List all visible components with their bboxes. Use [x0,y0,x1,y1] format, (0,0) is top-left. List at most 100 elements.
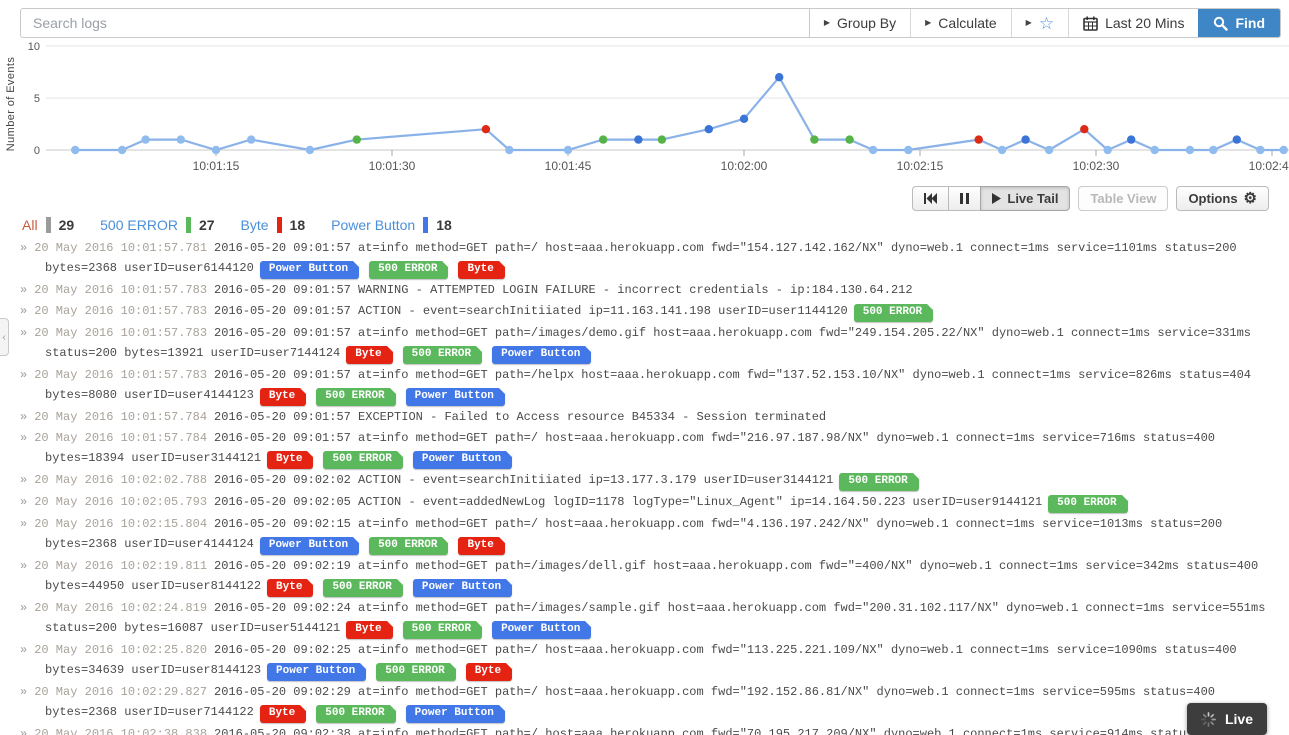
chart-point[interactable] [997,145,1007,155]
log-tag-power-button[interactable]: Power Button [412,579,513,597]
log-tag-500-error[interactable]: 500 ERROR [316,388,397,406]
chart-point[interactable] [1209,145,1218,155]
expand-entry-icon[interactable]: » [20,410,27,424]
filter-label[interactable]: Power Button [331,217,415,233]
chart-point[interactable] [1256,145,1265,155]
expand-entry-icon[interactable]: » [20,495,27,509]
chart-point[interactable] [810,135,819,144]
log-tag-500-error[interactable]: 500 ERROR [369,537,449,555]
expand-entry-icon[interactable]: » [20,283,27,297]
star-icon[interactable]: ☆ [1039,15,1054,32]
log-tag-500-error[interactable]: 500 ERROR [323,451,404,469]
expand-entry-icon[interactable]: » [20,431,27,445]
chart-point[interactable] [563,145,573,155]
log-tag-byte[interactable]: Byte [346,346,394,364]
log-message: 2016-05-20 09:02:19 at=info method=GET p… [45,559,1259,593]
events-timeline-plot[interactable]: 0 5 10 10:01:15 10:01:30 10:01:45 10:02:00 10:0… [0,42,1289,178]
log-tag-byte[interactable]: Byte [259,705,307,723]
chart-point[interactable] [1185,145,1195,155]
chart-point[interactable] [845,135,854,144]
chart-point[interactable] [1021,135,1030,144]
events-chart[interactable]: Number of Events 0 5 10 10:01:15 10:01:30 10:… [0,42,1289,178]
log-tag-500-error[interactable]: 500 ERROR [316,705,397,723]
log-tag-power-button[interactable]: Power Button [412,451,513,469]
skip-to-start-button[interactable] [912,186,949,211]
chart-point[interactable] [657,135,667,144]
chart-point[interactable] [505,145,514,155]
log-tag-500-error[interactable]: 500 ERROR [1048,495,1129,513]
log-tag-500-error[interactable]: 500 ERROR [376,663,457,681]
find-button[interactable]: Find [1198,9,1280,37]
chart-point[interactable] [176,135,185,144]
chart-point[interactable] [117,145,127,155]
chart-point[interactable] [775,73,784,82]
log-tag-byte[interactable]: Byte [458,261,506,279]
expand-entry-icon[interactable]: » [20,559,27,573]
expand-entry-icon[interactable]: » [20,368,27,382]
chart-point[interactable] [481,125,491,134]
pause-button[interactable] [948,186,981,211]
log-tag-power-button[interactable]: Power Button [492,346,592,364]
chart-point[interactable] [739,114,749,124]
chart-point[interactable] [352,135,361,144]
chart-point[interactable] [599,135,608,144]
chart-point[interactable] [974,135,983,144]
log-tag-byte[interactable]: Byte [259,388,307,406]
chart-point[interactable] [1150,145,1159,155]
expand-entry-icon[interactable]: » [20,241,27,255]
log-tag-500-error[interactable]: 500 ERROR [323,579,404,597]
options-button[interactable]: Options ⚙ [1176,186,1269,211]
log-tag-500-error[interactable]: 500 ERROR [853,304,934,322]
log-tag-power-button[interactable]: Power Button [259,261,360,279]
log-tag-500-error[interactable]: 500 ERROR [402,621,483,639]
table-view-button[interactable]: Table View [1078,186,1169,211]
live-status-badge[interactable]: Live [1186,703,1267,735]
expand-entry-icon[interactable]: » [20,473,27,487]
chart-point[interactable] [704,125,713,134]
log-tag-500-error[interactable]: 500 ERROR [402,346,483,364]
chart-point[interactable] [71,145,80,155]
expand-entry-icon[interactable]: » [20,727,27,735]
chart-point[interactable] [904,145,913,155]
expand-entry-icon[interactable]: » [20,517,27,531]
chart-point[interactable] [868,145,878,155]
log-tag-500-error[interactable]: 500 ERROR [369,261,449,279]
live-tail-button[interactable]: Live Tail [980,186,1071,211]
expand-entry-icon[interactable]: » [20,643,27,657]
expand-entry-icon[interactable]: » [20,685,27,699]
log-tag-power-button[interactable]: Power Button [405,705,506,723]
group-by-dropdown[interactable]: ▶ Group By [810,9,912,37]
chart-point[interactable] [247,135,256,144]
expand-entry-icon[interactable]: » [20,601,27,615]
chart-point[interactable] [211,145,221,155]
filter-label[interactable]: Byte [241,217,269,233]
sidebar-collapse-handle[interactable]: ‹ [0,318,9,356]
log-tag-500-error[interactable]: 500 ERROR [839,473,920,491]
log-tag-byte[interactable]: Byte [465,663,513,681]
favorite-query-button[interactable]: ▶ ☆ [1012,9,1070,37]
log-tag-byte[interactable]: Byte [267,451,314,469]
chart-point[interactable] [1232,135,1242,144]
chart-point[interactable] [1044,145,1054,155]
log-tag-byte[interactable]: Byte [458,537,506,555]
filter-label[interactable]: All [22,217,38,233]
expand-entry-icon[interactable]: » [20,304,27,318]
chart-point[interactable] [1279,145,1288,155]
search-input[interactable] [20,8,810,38]
time-range-picker[interactable]: Last 20 Mins [1069,9,1198,37]
chart-point[interactable] [1127,135,1136,144]
chart-point[interactable] [1103,145,1112,155]
log-tag-byte[interactable]: Byte [346,621,394,639]
chart-point[interactable] [141,135,150,144]
calculate-dropdown[interactable]: ▶ Calculate [911,9,1012,37]
chart-point[interactable] [305,145,315,155]
filter-label[interactable]: 500 ERROR [100,217,178,233]
expand-entry-icon[interactable]: » [20,326,27,340]
chart-point[interactable] [634,135,643,144]
log-tag-power-button[interactable]: Power Button [492,621,592,639]
log-tag-power-button[interactable]: Power Button [267,663,367,681]
log-tag-byte[interactable]: Byte [267,579,314,597]
log-tag-power-button[interactable]: Power Button [405,388,506,406]
chart-point[interactable] [1080,125,1089,134]
log-tag-power-button[interactable]: Power Button [259,537,360,555]
